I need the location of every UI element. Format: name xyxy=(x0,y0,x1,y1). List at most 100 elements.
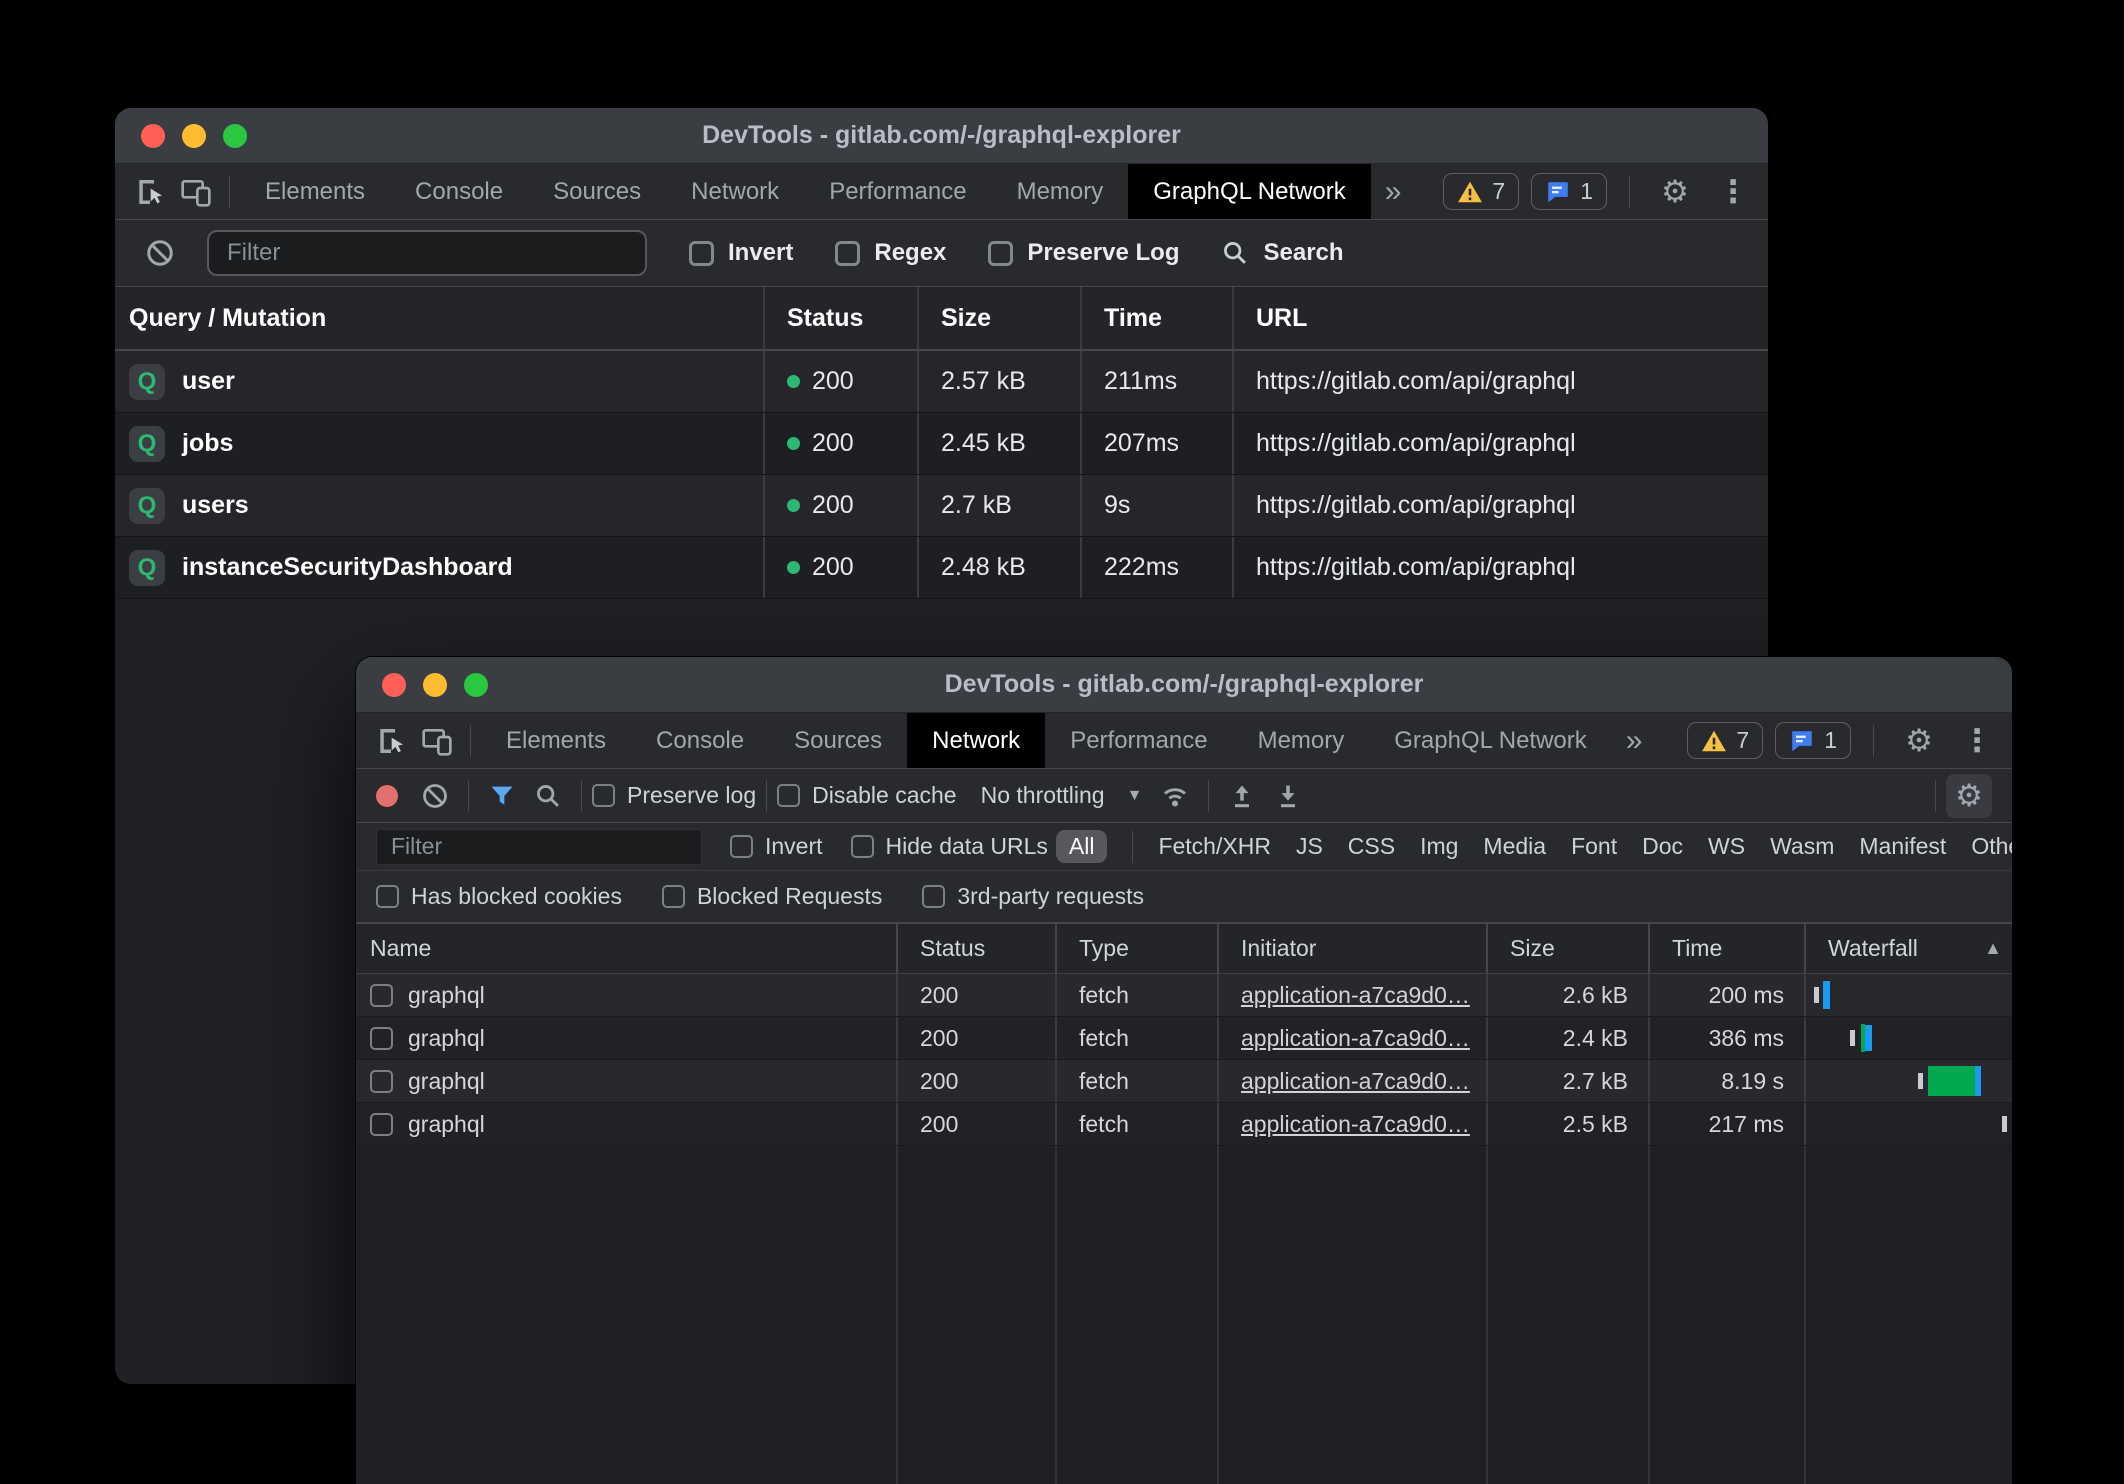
filter-chip-font[interactable]: Font xyxy=(1571,833,1617,860)
tab-performance[interactable]: Performance xyxy=(1045,713,1232,768)
tab-console[interactable]: Console xyxy=(390,164,528,219)
more-tabs-icon[interactable]: » xyxy=(1612,713,1657,768)
close-button[interactable] xyxy=(141,124,165,148)
tab-elements[interactable]: Elements xyxy=(481,713,631,768)
filter-chip-all[interactable]: All xyxy=(1056,830,1108,863)
table-row[interactable]: Q instanceSecurityDashboard 200 2.48 kB … xyxy=(115,537,1768,599)
tab-graphql-network[interactable]: GraphQL Network xyxy=(1369,713,1612,768)
warnings-badge[interactable]: 7 xyxy=(1687,722,1763,759)
table-row[interactable]: graphql 200 fetch application-a7ca9d0… 2… xyxy=(356,1060,2012,1103)
preserve-log-checkbox[interactable] xyxy=(988,241,1013,266)
sort-asc-icon[interactable]: ▲ xyxy=(1984,938,2002,959)
tab-console[interactable]: Console xyxy=(631,713,769,768)
row-checkbox[interactable] xyxy=(370,1027,393,1050)
table-row[interactable]: graphql 200 fetch application-a7ca9d0… 2… xyxy=(356,974,2012,1017)
third-party-requests-option[interactable]: 3rd-party requests xyxy=(922,883,1144,910)
column-header-time[interactable]: Time xyxy=(1648,924,1804,973)
more-options-button[interactable]: ⋮ xyxy=(1710,176,1756,207)
filter-chip-img[interactable]: Img xyxy=(1420,833,1458,860)
tab-elements[interactable]: Elements xyxy=(240,164,390,219)
table-row[interactable]: Q users 200 2.7 kB 9s https://gitlab.com… xyxy=(115,475,1768,537)
blocked-requests-checkbox[interactable] xyxy=(662,885,685,908)
device-toolbar-button[interactable] xyxy=(173,164,219,219)
filter-chip-manifest[interactable]: Manifest xyxy=(1859,833,1946,860)
tab-network[interactable]: Network xyxy=(666,164,804,219)
settings-button[interactable]: ⚙ xyxy=(1896,725,1942,756)
more-tabs-icon[interactable]: » xyxy=(1371,164,1416,219)
column-header-url[interactable]: URL xyxy=(1232,287,1768,349)
filter-chip-wasm[interactable]: Wasm xyxy=(1770,833,1834,860)
preserve-log-option[interactable]: Preserve Log xyxy=(988,239,1179,267)
more-options-button[interactable]: ⋮ xyxy=(1954,725,2000,756)
inspect-element-button[interactable] xyxy=(368,713,414,768)
throttling-dropdown[interactable]: No throttling ▼ xyxy=(981,782,1143,809)
issues-badge[interactable]: 1 xyxy=(1531,173,1607,210)
tab-network[interactable]: Network xyxy=(907,713,1045,768)
column-header-time[interactable]: Time xyxy=(1080,287,1232,349)
column-header-size[interactable]: Size xyxy=(917,287,1080,349)
invert-option[interactable]: Invert xyxy=(730,833,823,860)
filter-chip-other[interactable]: Other xyxy=(1971,833,2012,860)
initiator-link[interactable]: application-a7ca9d0… xyxy=(1241,1068,1470,1095)
preserve-log-option[interactable]: Preserve log xyxy=(592,782,756,809)
tab-sources[interactable]: Sources xyxy=(769,713,907,768)
titlebar[interactable]: DevTools - gitlab.com/-/graphql-explorer xyxy=(356,657,2012,713)
tab-sources[interactable]: Sources xyxy=(528,164,666,219)
row-checkbox[interactable] xyxy=(370,1070,393,1093)
network-conditions-button[interactable] xyxy=(1152,781,1198,811)
network-filter-input[interactable] xyxy=(376,829,702,865)
column-header-name[interactable]: Name xyxy=(356,924,896,973)
hide-data-urls-checkbox[interactable] xyxy=(851,835,874,858)
table-row[interactable]: graphql 200 fetch application-a7ca9d0… 2… xyxy=(356,1103,2012,1146)
device-toolbar-button[interactable] xyxy=(414,713,460,768)
initiator-link[interactable]: application-a7ca9d0… xyxy=(1241,1111,1470,1138)
column-header-initiator[interactable]: Initiator xyxy=(1217,924,1486,973)
close-button[interactable] xyxy=(382,673,406,697)
inspect-element-button[interactable] xyxy=(127,164,173,219)
record-button[interactable] xyxy=(376,785,398,807)
invert-checkbox[interactable] xyxy=(730,835,753,858)
column-header-status[interactable]: Status xyxy=(763,287,917,349)
search-button[interactable]: Search xyxy=(1221,239,1343,267)
invert-option[interactable]: Invert xyxy=(689,239,793,267)
filter-chip-ws[interactable]: WS xyxy=(1708,833,1745,860)
table-row[interactable]: graphql 200 fetch application-a7ca9d0… 2… xyxy=(356,1017,2012,1060)
filter-chip-fetch-xhr[interactable]: Fetch/XHR xyxy=(1158,833,1270,860)
column-header-type[interactable]: Type xyxy=(1055,924,1217,973)
column-header-query-mutation[interactable]: Query / Mutation xyxy=(115,287,763,349)
regex-checkbox[interactable] xyxy=(835,241,860,266)
minimize-button[interactable] xyxy=(182,124,206,148)
zoom-button[interactable] xyxy=(464,673,488,697)
filter-chip-doc[interactable]: Doc xyxy=(1642,833,1683,860)
issues-badge[interactable]: 1 xyxy=(1775,722,1851,759)
filter-toggle-button[interactable] xyxy=(479,782,525,810)
column-header-status[interactable]: Status xyxy=(896,924,1055,973)
export-har-button[interactable] xyxy=(1265,782,1311,810)
filter-chip-media[interactable]: Media xyxy=(1483,833,1546,860)
clear-network-log-button[interactable] xyxy=(412,782,458,810)
has-blocked-cookies-option[interactable]: Has blocked cookies xyxy=(376,883,622,910)
warnings-badge[interactable]: 7 xyxy=(1443,173,1519,210)
third-party-requests-checkbox[interactable] xyxy=(922,885,945,908)
settings-button[interactable]: ⚙ xyxy=(1652,176,1698,207)
filter-input[interactable] xyxy=(207,230,647,276)
tab-memory[interactable]: Memory xyxy=(1233,713,1370,768)
clear-button[interactable] xyxy=(137,238,183,268)
initiator-link[interactable]: application-a7ca9d0… xyxy=(1241,982,1470,1009)
tab-memory[interactable]: Memory xyxy=(992,164,1129,219)
row-checkbox[interactable] xyxy=(370,984,393,1007)
blocked-requests-option[interactable]: Blocked Requests xyxy=(662,883,882,910)
search-network-button[interactable] xyxy=(525,782,571,810)
column-header-waterfall[interactable]: Waterfall ▲ xyxy=(1804,924,2012,973)
titlebar[interactable]: DevTools - gitlab.com/-/graphql-explorer xyxy=(115,108,1768,164)
import-har-button[interactable] xyxy=(1219,782,1265,810)
column-header-size[interactable]: Size xyxy=(1486,924,1648,973)
initiator-link[interactable]: application-a7ca9d0… xyxy=(1241,1025,1470,1052)
tab-performance[interactable]: Performance xyxy=(804,164,991,219)
preserve-log-checkbox[interactable] xyxy=(592,784,615,807)
zoom-button[interactable] xyxy=(223,124,247,148)
invert-checkbox[interactable] xyxy=(689,241,714,266)
table-row[interactable]: Q user 200 2.57 kB 211ms https://gitlab.… xyxy=(115,351,1768,413)
has-blocked-cookies-checkbox[interactable] xyxy=(376,885,399,908)
network-settings-button[interactable]: ⚙ xyxy=(1946,774,1992,818)
